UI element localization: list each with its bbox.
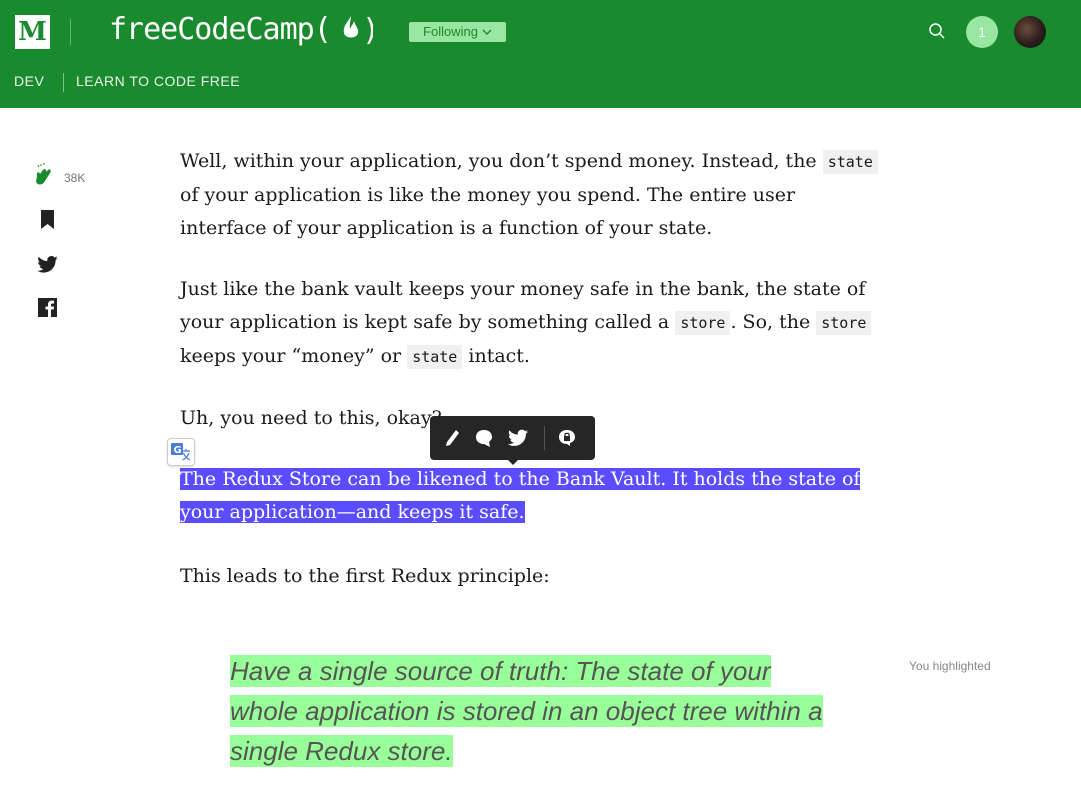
p2-text-d: intact. [462,345,530,367]
subnav-divider [63,73,64,92]
comment-icon[interactable] [474,428,494,448]
p2-text-c: keeps your “money” or [180,345,408,367]
inline-code: state [822,150,878,174]
highlighted-quote[interactable]: Have a single source of truth: The state… [230,651,830,771]
publication-logo[interactable]: freeCodeCamp( [109,10,332,50]
twitter-icon[interactable] [508,428,528,448]
paragraph-principle-intro: This leads to the first Redux principle: [180,565,550,587]
inline-code: store [816,311,872,335]
p2-text-b: . So, the [730,311,817,333]
header-divider [70,19,71,45]
inline-code: store [675,311,731,335]
translate-icon[interactable]: G [167,438,195,466]
bookmark-icon[interactable] [40,210,55,229]
publication-close: ) [362,13,373,46]
following-label: Following [423,24,478,39]
lock-icon[interactable] [557,428,577,448]
fire-logo-icon: ) [343,13,373,46]
selected-text[interactable]: The Redux Store can be likened to the Ba… [180,463,880,529]
menu-divider [544,426,545,450]
selection-highlight: The Redux Store can be likened to the Ba… [180,468,861,523]
subnav-learn-to-code[interactable]: LEARN TO CODE FREE [76,73,240,89]
avatar[interactable] [1014,16,1046,48]
chevron-down-icon [482,22,492,42]
highlight-menu [430,416,595,460]
inline-code: state [407,345,463,369]
menu-arrow [506,458,520,465]
clap-count: 38K [64,171,86,185]
search-icon[interactable] [928,22,946,40]
p1-text-b: of your application is like the money yo… [180,184,796,239]
paragraph-bank-vault: Just like the bank vault keeps your mone… [180,273,880,374]
facebook-icon[interactable] [38,298,57,317]
quote-highlight: Have a single source of truth: The state… [230,655,823,767]
notification-count[interactable]: 1 [966,16,998,48]
you-highlighted-label: You highlighted [909,659,991,673]
svg-text:G: G [174,445,182,456]
twitter-icon[interactable] [37,256,58,273]
following-button[interactable]: Following [409,22,506,42]
subnav-dev[interactable]: DEV [14,73,44,89]
medium-logo[interactable]: M [15,15,50,49]
p1-text-a: Well, within your application, you don’t… [180,150,823,172]
publication-name: freeCodeCamp( [109,12,332,47]
top-bar: M freeCodeCamp( ) Following 1 DEV LEARN … [0,0,1081,108]
clap-icon[interactable] [31,162,57,190]
pencil-icon[interactable] [443,428,463,448]
paragraph-state-money: Well, within your application, you don’t… [180,145,880,245]
